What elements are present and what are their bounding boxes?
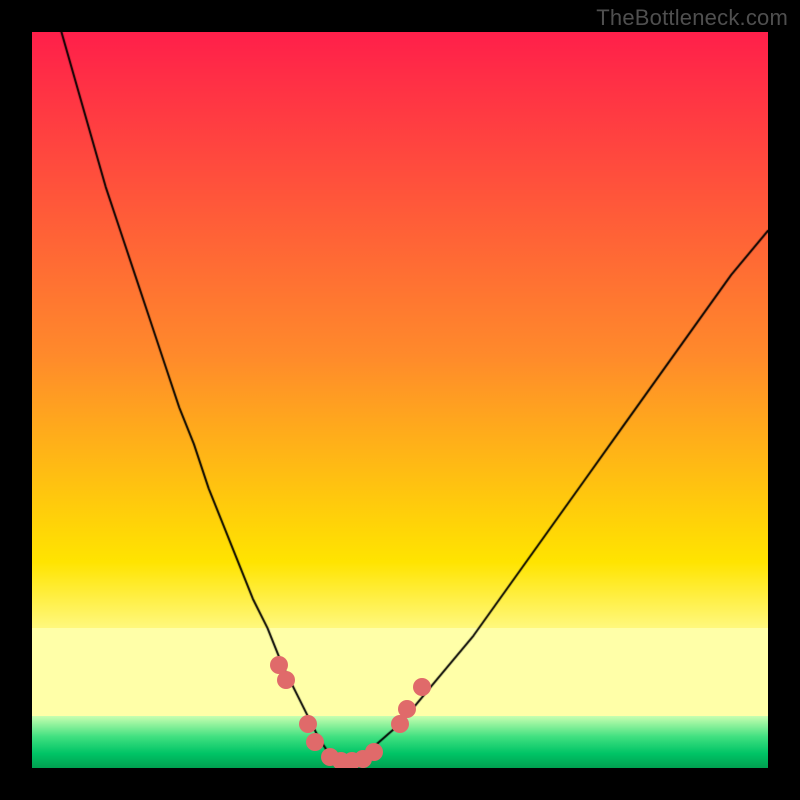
watermark-text: TheBottleneck.com	[596, 5, 788, 31]
curve-dot	[299, 715, 317, 733]
plot-area	[32, 32, 768, 768]
curve-dot	[306, 733, 324, 751]
bottleneck-curve	[32, 32, 768, 768]
curve-dot	[277, 671, 295, 689]
curve-dot	[365, 743, 383, 761]
curve-dot	[398, 700, 416, 718]
chart-frame: TheBottleneck.com	[0, 0, 800, 800]
curve-dot	[413, 678, 431, 696]
